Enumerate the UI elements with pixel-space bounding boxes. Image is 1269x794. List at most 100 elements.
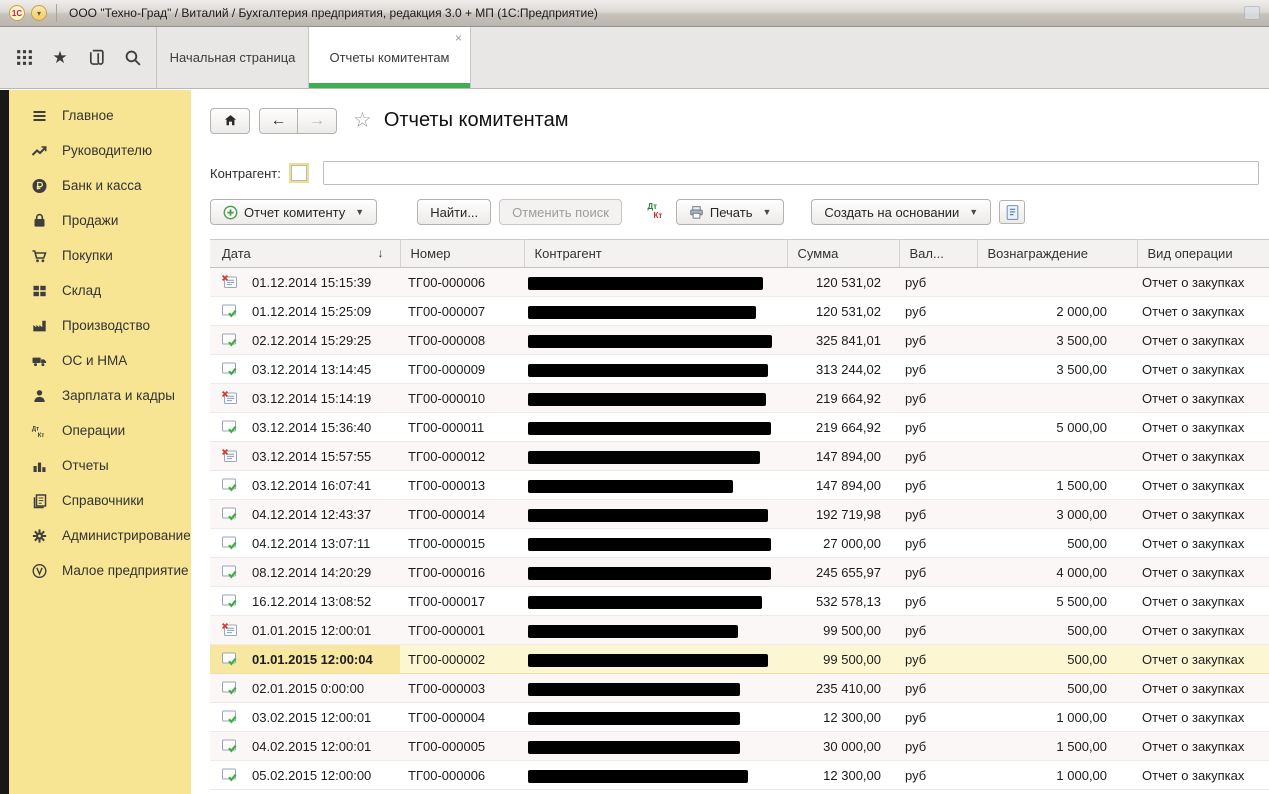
cell-sum: 219 664,92 [787, 413, 899, 442]
sidebar-item-catalogs[interactable]: Справочники [9, 483, 191, 518]
search-icon[interactable] [114, 36, 150, 80]
redaction-bar [528, 393, 766, 406]
cancel-search-button[interactable]: Отменить поиск [499, 199, 622, 225]
doc-posted-icon [221, 767, 239, 782]
doc-posted-icon [221, 303, 239, 318]
tab-home-page[interactable]: Начальная страница [156, 27, 308, 88]
table-row[interactable]: 02.12.2014 15:29:25 ТГ00-000008 325 841,… [210, 326, 1269, 355]
cell-reward: 500,00 [977, 529, 1137, 558]
svg-text:Кт: Кт [37, 432, 44, 438]
table-row[interactable]: 01.12.2014 15:25:09 ТГ00-000007 120 531,… [210, 297, 1269, 326]
cell-reward: 1 500,00 [977, 471, 1137, 500]
boxes-icon [29, 282, 49, 300]
table-row[interactable]: 01.01.2015 12:00:04 ТГ00-000002 99 500,0… [210, 645, 1269, 674]
tab-committent-reports[interactable]: Отчеты комитентам × [308, 27, 471, 88]
redaction-bar [528, 509, 768, 522]
home-button[interactable] [210, 108, 250, 134]
restore-window-icon[interactable] [1244, 6, 1260, 20]
tab-close-icon[interactable]: × [455, 32, 462, 44]
doc-posted-icon [221, 419, 239, 434]
favorite-star-icon[interactable]: ☆ [353, 108, 372, 133]
history-icon[interactable] [78, 36, 114, 80]
table-row[interactable]: 03.12.2014 13:14:45 ТГ00-000009 313 244,… [210, 355, 1269, 384]
sidebar-item-payroll[interactable]: Зарплата и кадры [9, 378, 191, 413]
favorites-star-icon[interactable]: ★ [42, 36, 78, 80]
column-header-operation[interactable]: Вид операции [1137, 240, 1269, 268]
sidebar-item-sales[interactable]: Продажи [9, 203, 191, 238]
cell-number: ТГ00-000009 [400, 355, 524, 384]
sidebar-item-small-business[interactable]: Малое предприятие [9, 553, 191, 588]
cell-number: ТГ00-000008 [400, 326, 524, 355]
sidebar-item-manager[interactable]: Руководителю [9, 133, 191, 168]
cell-status [210, 645, 250, 674]
print-button[interactable]: Печать ▼ [676, 199, 785, 225]
sidebar-item-purchases[interactable]: Покупки [9, 238, 191, 273]
apps-grid-icon[interactable] [6, 36, 42, 80]
cell-status [210, 500, 250, 529]
contractor-filter-checkbox[interactable] [291, 165, 307, 181]
debit-credit-button[interactable]: ДтКт [642, 200, 668, 224]
cell-operation: Отчет о закупках [1137, 268, 1269, 297]
column-header-date[interactable]: Дата ↓ [210, 240, 400, 268]
1c-logo-icon[interactable]: 1С [9, 5, 25, 21]
table-row[interactable]: 04.02.2015 12:00:01 ТГ00-000005 30 000,0… [210, 732, 1269, 761]
cell-currency: руб [899, 645, 977, 674]
sidebar-item-operations[interactable]: ДтКт Операции [9, 413, 191, 448]
printer-icon [689, 205, 704, 220]
back-button[interactable]: ← [259, 108, 298, 134]
column-header-currency[interactable]: Вал... [899, 240, 977, 268]
table-row[interactable]: 03.12.2014 15:57:55 ТГ00-000012 147 894,… [210, 442, 1269, 471]
table-row[interactable]: 03.12.2014 15:36:40 ТГ00-000011 219 664,… [210, 413, 1269, 442]
column-header-contractor[interactable]: Контрагент [524, 240, 787, 268]
redaction-bar [528, 567, 771, 580]
table-row[interactable]: 03.12.2014 16:07:41 ТГ00-000013 147 894,… [210, 471, 1269, 500]
table-row[interactable]: 01.01.2015 12:00:01 ТГ00-000001 99 500,0… [210, 616, 1269, 645]
column-header-reward[interactable]: Вознаграждение [977, 240, 1137, 268]
table-row[interactable]: 02.01.2015 0:00:00 ТГ00-000003 235 410,0… [210, 674, 1269, 703]
sidebar-item-reports[interactable]: Отчеты [9, 448, 191, 483]
find-button[interactable]: Найти... [417, 199, 491, 225]
redaction-bar [528, 277, 763, 290]
sidebar-item-fixed-assets[interactable]: ОС и НМА [9, 343, 191, 378]
sidebar-item-administration[interactable]: Администрирование [9, 518, 191, 553]
table-row[interactable]: 03.12.2014 15:14:19 ТГ00-000010 219 664,… [210, 384, 1269, 413]
table-row[interactable]: 04.12.2014 12:43:37 ТГ00-000014 192 719,… [210, 500, 1269, 529]
document-button[interactable] [999, 200, 1025, 224]
ruble-circle-icon [29, 177, 49, 195]
create-based-on-button[interactable]: Создать на основании ▼ [811, 199, 991, 225]
cell-sum: 12 300,00 [787, 761, 899, 790]
column-header-number[interactable]: Номер [400, 240, 524, 268]
cell-sum: 120 531,02 [787, 268, 899, 297]
table-row[interactable]: 05.02.2015 12:00:00 ТГ00-000006 12 300,0… [210, 761, 1269, 790]
cell-reward: 500,00 [977, 616, 1137, 645]
cell-contractor [524, 587, 787, 616]
new-report-button[interactable]: Отчет комитенту ▼ [210, 199, 377, 225]
table-row[interactable]: 01.12.2014 15:15:39 ТГ00-000006 120 531,… [210, 268, 1269, 297]
cell-operation: Отчет о закупках [1137, 529, 1269, 558]
contractor-filter-input[interactable] [323, 161, 1259, 185]
column-header-sum[interactable]: Сумма [787, 240, 899, 268]
table-row[interactable]: 08.12.2014 14:20:29 ТГ00-000016 245 655,… [210, 558, 1269, 587]
dtkt-icon: ДтКт [647, 203, 662, 221]
table-row[interactable]: 04.12.2014 13:07:11 ТГ00-000015 27 000,0… [210, 529, 1269, 558]
sidebar-item-warehouse[interactable]: Склад [9, 273, 191, 308]
doc-posted-icon [221, 709, 239, 724]
redaction-bar [528, 335, 772, 348]
table-row[interactable]: 16.12.2014 13:08:52 ТГ00-000017 532 578,… [210, 587, 1269, 616]
cell-number: ТГ00-000017 [400, 587, 524, 616]
titlebar-menu-chevron-icon[interactable]: ▾ [31, 5, 47, 21]
redaction-bar [528, 654, 768, 667]
doc-posted-icon [221, 361, 239, 376]
doc-posted-icon [221, 593, 239, 608]
table-row[interactable]: 03.02.2015 12:00:01 ТГ00-000004 12 300,0… [210, 703, 1269, 732]
sidebar-item-main[interactable]: Главное [9, 98, 191, 133]
header-row: Дата ↓ Номер Контрагент Сумма Вал... Воз… [210, 240, 1269, 268]
cell-contractor [524, 384, 787, 413]
forward-button[interactable]: → [298, 108, 337, 134]
cell-date: 03.02.2015 12:00:01 [250, 703, 400, 732]
cell-currency: руб [899, 761, 977, 790]
gear-icon [29, 527, 49, 545]
sidebar-item-production[interactable]: Производство [9, 308, 191, 343]
redaction-bar [528, 741, 740, 754]
sidebar-item-bank-cash[interactable]: Банк и касса [9, 168, 191, 203]
